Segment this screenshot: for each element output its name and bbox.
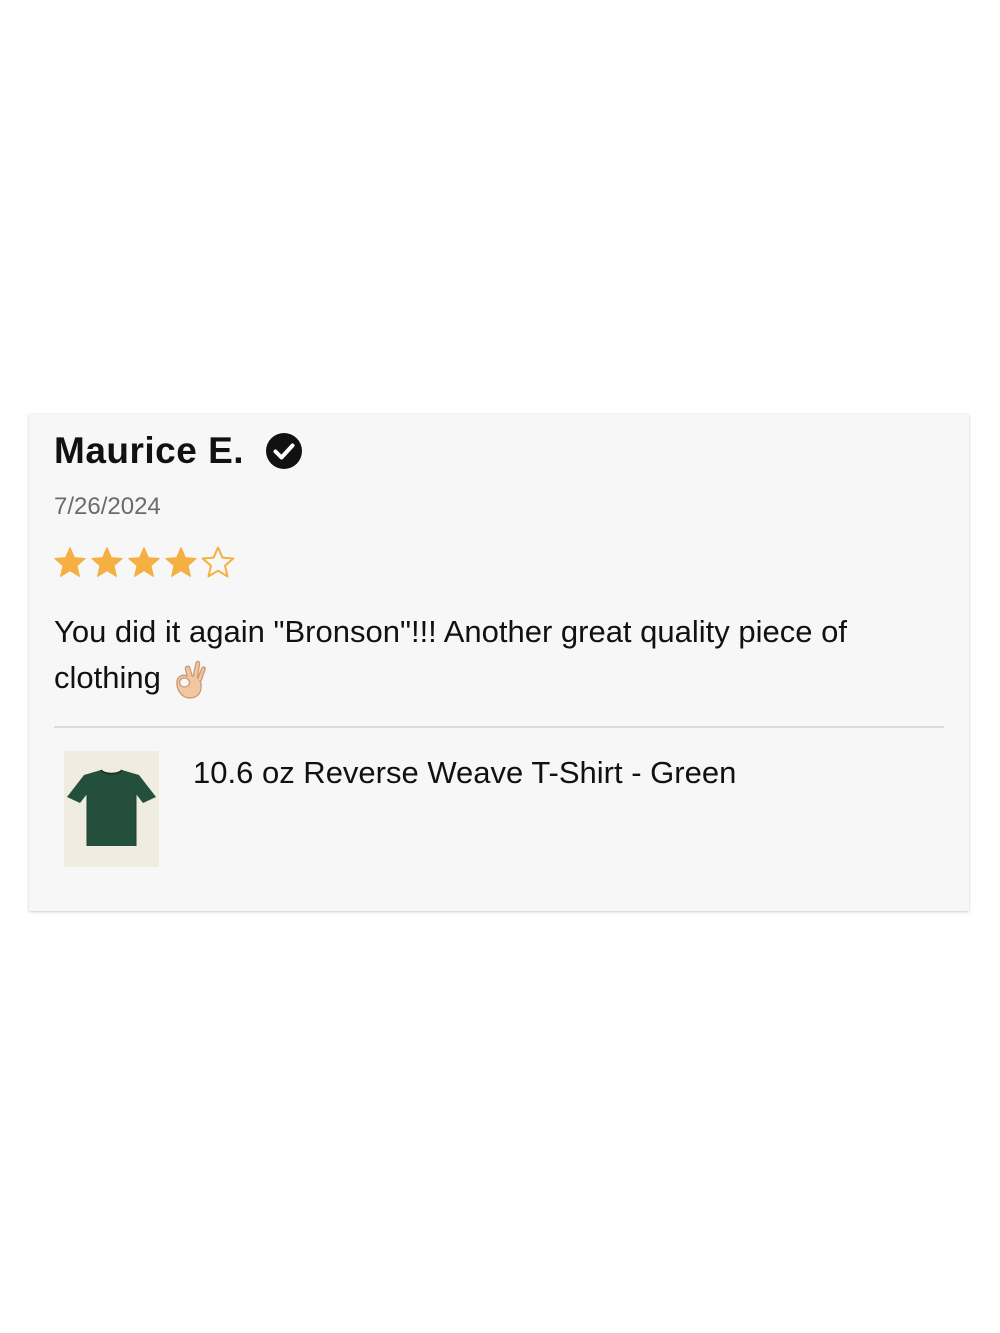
ok-hand-emoji-icon [169, 659, 207, 701]
review-card: Maurice E. 7/26/2024 You did it again "B… [29, 414, 969, 911]
product-thumbnail[interactable] [64, 751, 159, 867]
divider [54, 726, 944, 728]
review-date: 7/26/2024 [54, 493, 161, 520]
star-filled-icon [91, 547, 123, 577]
review-text: You did it again "Bronson"!!! Another gr… [54, 609, 934, 701]
star-filled-icon [165, 547, 197, 577]
star-empty-icon [201, 546, 235, 578]
star-filled-icon [54, 547, 86, 577]
star-filled-icon [128, 547, 160, 577]
star-rating [52, 545, 237, 581]
reviewer-header: Maurice E. [54, 430, 303, 472]
verified-check-icon [265, 432, 303, 470]
product-name[interactable]: 10.6 oz Reverse Weave T-Shirt - Green [193, 754, 736, 792]
reviewer-name: Maurice E. [54, 430, 245, 471]
